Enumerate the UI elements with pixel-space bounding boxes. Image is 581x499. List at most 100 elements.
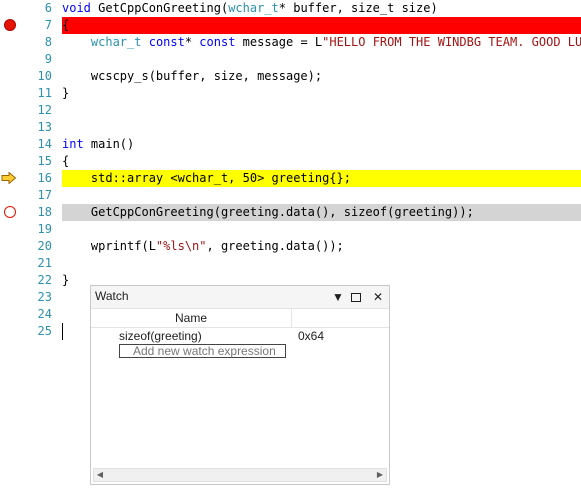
line-number: 25 [37,324,52,338]
column-header-name[interactable]: Name [91,309,291,327]
text-cursor [62,323,63,340]
scroll-right-icon[interactable]: ▶ [374,469,386,481]
code-token: } [62,273,70,287]
code-line[interactable]: 9 [0,51,581,68]
glyph-margin[interactable] [0,238,18,255]
glyph-margin[interactable] [0,102,18,119]
glyph-margin[interactable] [0,323,18,340]
line-number: 20 [37,239,52,253]
line-number: 7 [44,18,52,32]
line-number: 10 [37,69,52,83]
code-token: , greeting.data()); [206,239,344,253]
glyph-margin[interactable] [0,34,18,51]
glyph-margin[interactable] [0,17,18,34]
glyph-margin[interactable] [0,51,18,68]
code-text[interactable]: GetCppConGreeting(greeting.data(), sizeo… [62,204,474,221]
watch-row-value[interactable]: 0x64 [298,328,324,344]
watch-row-name[interactable]: sizeof(greeting) [119,328,202,344]
code-token: wcscpy_s(buffer, size, message); [62,69,323,83]
line-number: 22 [37,273,52,287]
code-line[interactable]: 13 [0,119,581,136]
code-token: { [62,18,70,32]
line-number: 18 [37,205,52,219]
code-line[interactable]: 6 void GetCppConGreeting(wchar_t* buffer,… [0,0,581,17]
glyph-margin[interactable] [0,119,18,136]
code-line[interactable]: 16 std::array <wchar_t, 50> greeting{}; [0,170,581,187]
line-number: 11 [37,86,52,100]
glyph-margin[interactable] [0,136,18,153]
code-token: "HELLO FROM THE WINDBG TEAM. GOOD LUCK [322,35,581,49]
line-number: 17 [37,188,52,202]
line-number: 6 [44,1,52,15]
code-line[interactable]: 12 [0,102,581,119]
maximize-icon[interactable] [347,288,365,306]
watch-row[interactable]: sizeof(greeting) 0x64 [91,328,389,344]
breakpoint-hit-icon[interactable] [4,19,16,31]
breakpoint-disabled-icon[interactable] [4,206,16,218]
watch-title-bar: Watch ▼ ✕ [91,286,389,309]
code-text[interactable]: wchar_t const* const message = L"HELLO F… [62,34,581,51]
code-token: message = L [235,35,323,49]
glyph-margin[interactable] [0,272,18,289]
glyph-margin[interactable] [0,170,18,187]
code-line[interactable]: 19 [0,221,581,238]
glyph-margin[interactable] [0,85,18,102]
code-token: const [199,35,236,49]
scroll-left-icon[interactable]: ◀ [94,469,106,481]
code-line[interactable]: 21 [0,255,581,272]
line-number: 13 [37,120,52,134]
code-token: { [62,154,70,168]
code-text[interactable]: wprintf(L"%ls\n", greeting.data()); [62,238,344,255]
code-text[interactable]: std::array <wchar_t, 50> greeting{}; [62,170,351,187]
add-watch-input[interactable]: Add new watch expression [119,344,286,358]
glyph-margin[interactable] [0,306,18,323]
code-token: GetCppConGreeting( [90,1,229,15]
code-token: std::array <wchar_t, 50> greeting{}; [62,171,351,185]
line-number: 21 [37,256,52,270]
code-line[interactable]: 11} [0,85,581,102]
glyph-margin[interactable] [0,255,18,272]
code-text[interactable]: } [62,272,69,289]
code-line[interactable]: 14 int main() [0,136,581,153]
column-divider[interactable] [291,309,292,327]
watch-column-header: Name [91,309,389,328]
code-line[interactable]: 15 { [0,153,581,170]
glyph-margin[interactable] [0,289,18,306]
horizontal-scrollbar[interactable]: ◀ ▶ [93,468,387,482]
code-text[interactable]: } [62,85,69,102]
glyph-margin[interactable] [0,221,18,238]
caret-down-icon[interactable]: ▼ [329,288,347,306]
glyph-margin[interactable] [0,153,18,170]
glyph-margin[interactable] [0,204,18,221]
code-line[interactable]: 8 wchar_t const* const message = L"HELLO… [0,34,581,51]
line-number: 9 [44,52,52,66]
code-text[interactable]: wcscpy_s(buffer, size, message); [62,68,322,85]
code-token: wchar_t [228,1,279,15]
code-token: main() [83,137,135,151]
close-icon[interactable]: ✕ [369,288,387,306]
code-line[interactable]: 17 [0,187,581,204]
code-text[interactable]: { [62,153,69,170]
line-number: 24 [37,307,52,321]
code-text[interactable]: int main() [62,136,134,153]
glyph-margin[interactable] [0,187,18,204]
code-token: wprintf(L [62,239,156,253]
code-text[interactable]: void GetCppConGreeting(wchar_t* buffer, … [62,0,438,17]
watch-window: Watch ▼ ✕ Name sizeof(greeting) 0x64 Add… [90,285,390,485]
line-number: 8 [44,35,52,49]
code-line[interactable]: 18 GetCppConGreeting(greeting.data(), si… [0,204,581,221]
glyph-margin[interactable] [0,0,18,17]
line-highlight [62,17,581,34]
line-number: 12 [37,103,52,117]
code-line[interactable]: 20 wprintf(L"%ls\n", greeting.data()); [0,238,581,255]
code-token: int [62,137,84,151]
code-token: * [184,35,200,49]
code-line[interactable]: 10 wcscpy_s(buffer, size, message); [0,68,581,85]
code-line[interactable]: 7{ [0,17,581,34]
line-number: 14 [37,137,52,151]
code-token: const [148,35,185,49]
code-text[interactable]: { [62,17,69,34]
glyph-margin[interactable] [0,68,18,85]
